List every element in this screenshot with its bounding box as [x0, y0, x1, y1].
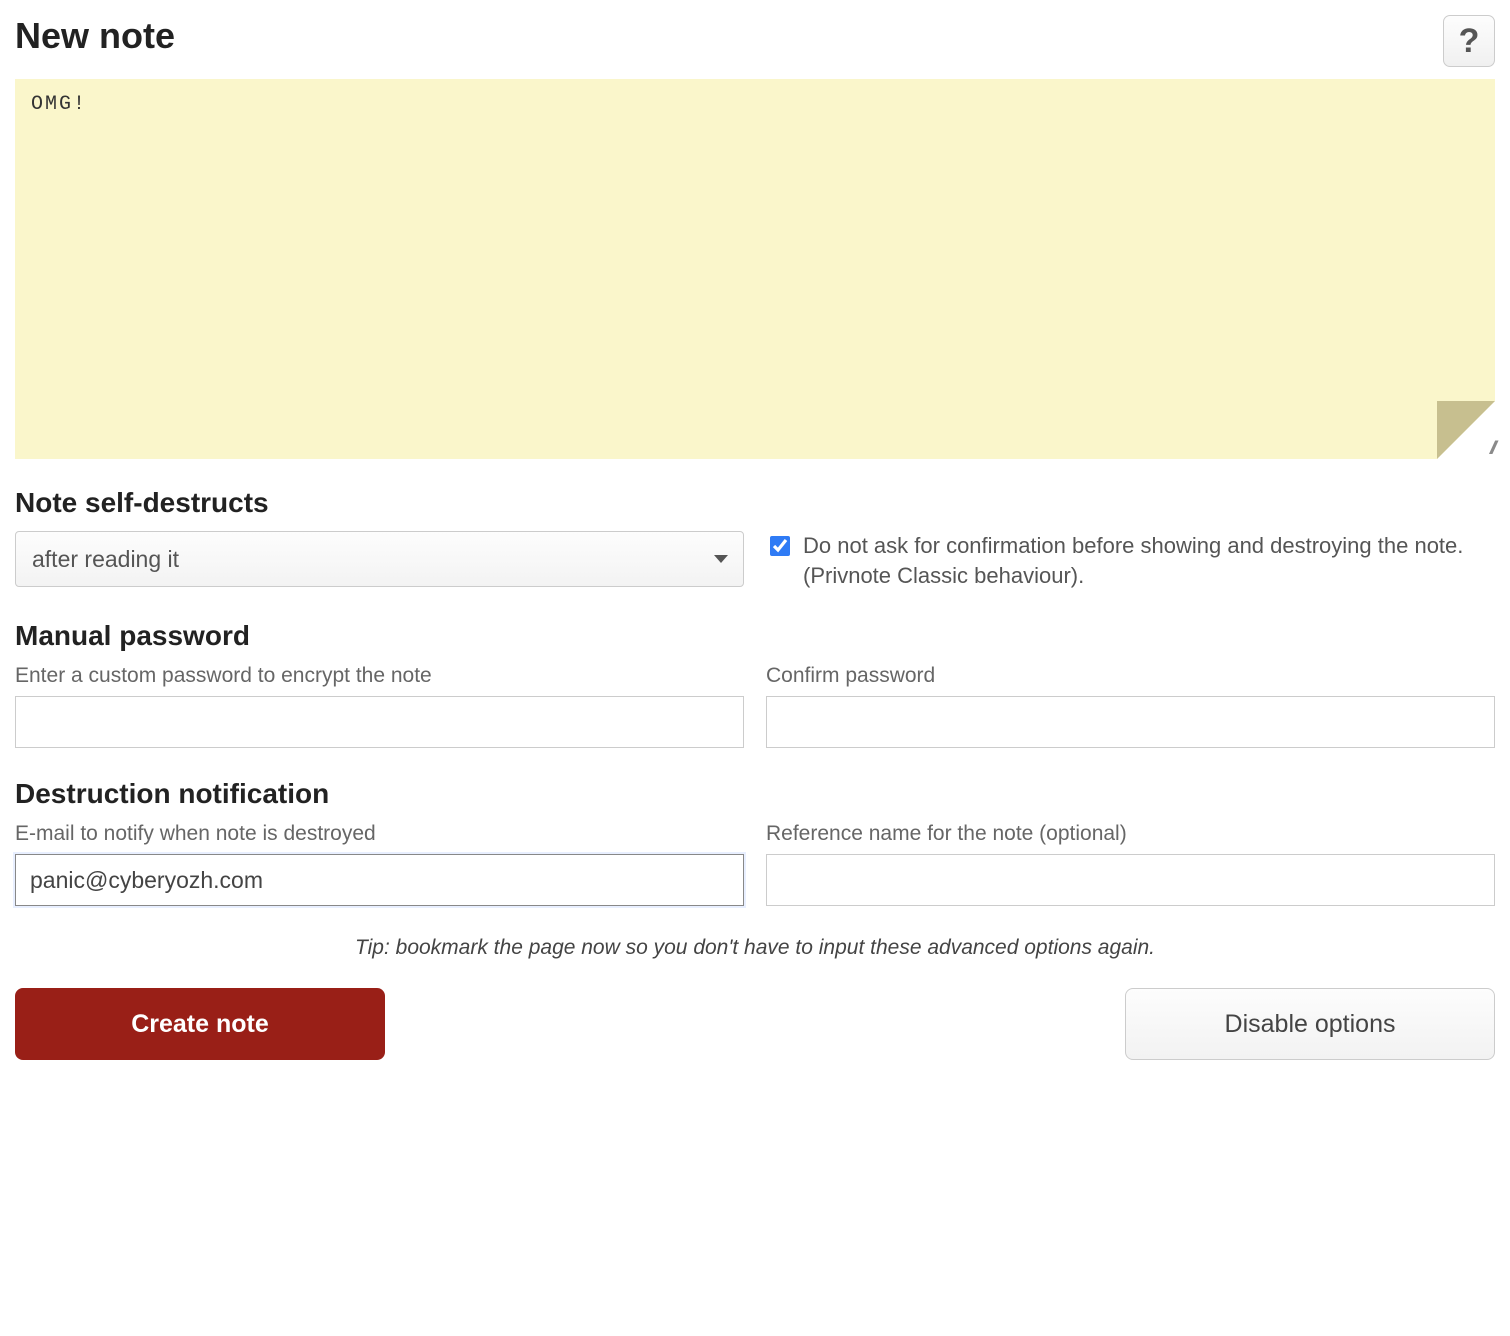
disable-options-button[interactable]: Disable options — [1125, 988, 1495, 1060]
password-input[interactable] — [15, 696, 744, 748]
no-confirm-label-row[interactable]: Do not ask for confirmation before showi… — [766, 531, 1495, 590]
reference-name-label: Reference name for the note (optional) — [766, 822, 1495, 846]
self-destruct-heading: Note self-destructs — [15, 487, 1495, 519]
confirm-password-label: Confirm password — [766, 664, 1495, 688]
no-confirm-checkbox[interactable] — [770, 536, 790, 556]
manual-password-heading: Manual password — [15, 620, 1495, 652]
no-confirm-label: Do not ask for confirmation before showi… — [803, 531, 1495, 590]
help-button[interactable]: ? — [1443, 15, 1495, 67]
confirm-password-input[interactable] — [766, 696, 1495, 748]
destruction-notification-heading: Destruction notification — [15, 778, 1495, 810]
password-label: Enter a custom password to encrypt the n… — [15, 664, 744, 688]
note-editor-container: OMG! /// — [15, 79, 1495, 459]
create-note-button[interactable]: Create note — [15, 988, 385, 1060]
page-title: New note — [15, 15, 175, 57]
notify-email-input[interactable] — [15, 854, 744, 906]
question-icon: ? — [1459, 24, 1480, 58]
page-fold-icon — [1437, 401, 1495, 459]
self-destruct-select[interactable]: after reading it — [15, 531, 744, 587]
note-textarea[interactable]: OMG! — [15, 79, 1495, 459]
tip-text: Tip: bookmark the page now so you don't … — [15, 936, 1495, 960]
email-label: E-mail to notify when note is destroyed — [15, 822, 744, 846]
reference-name-input[interactable] — [766, 854, 1495, 906]
